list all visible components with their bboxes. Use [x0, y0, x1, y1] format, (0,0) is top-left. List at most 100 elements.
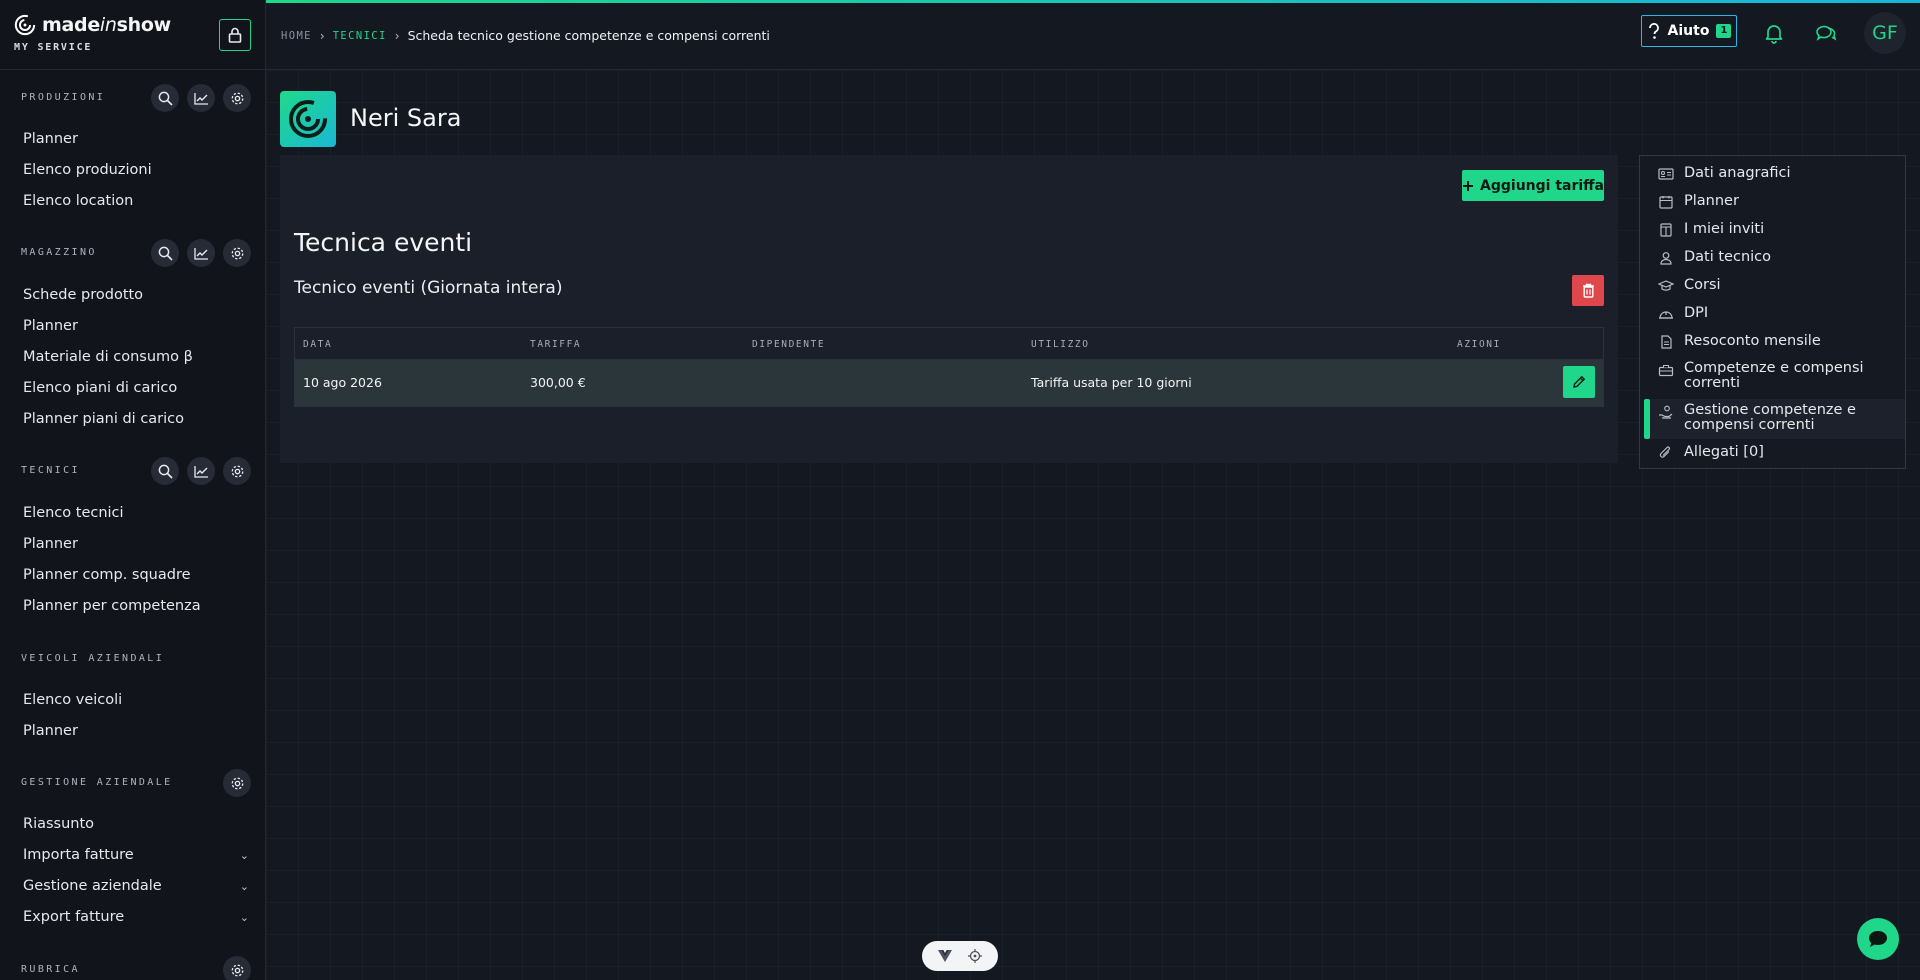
brand-logo-icon — [289, 100, 327, 138]
search-icon[interactable] — [151, 239, 179, 267]
document-icon — [1661, 335, 1672, 349]
vue-logo-icon[interactable] — [938, 950, 952, 962]
menu-item-miei-inviti[interactable]: I miei inviti — [1658, 221, 1895, 237]
sidebar-item-planner-produzioni[interactable]: Planner — [23, 128, 249, 150]
help-label: Aiuto — [1667, 23, 1710, 39]
menu-item-dati-tecnico[interactable]: Dati tecnico — [1658, 249, 1895, 265]
sidebar-item-riassunto[interactable]: Riassunto — [23, 813, 249, 835]
lock-icon — [228, 27, 242, 43]
search-icon[interactable] — [151, 457, 179, 485]
pencil-icon — [1573, 375, 1586, 388]
rates-table: DATA TARIFFA DIPENDENTE UTILIZZO AZIONI … — [294, 327, 1604, 407]
table-row: 10 ago 2026 300,00 € Tariffa usata per 1… — [295, 360, 1603, 406]
section-actions-tecnici — [151, 457, 251, 485]
active-item-indicator — [1644, 399, 1650, 439]
toolbox-icon — [1658, 364, 1674, 377]
sidebar-item-planner-tecnici[interactable]: Planner — [23, 533, 249, 555]
sidebar-item-materiale-consumo[interactable]: Materiale di consumo β — [23, 346, 249, 368]
menu-item-dpi[interactable]: DPI — [1658, 305, 1895, 321]
sidebar-item-elenco-produzioni[interactable]: Elenco produzioni — [23, 159, 249, 181]
column-header-tariffa: TARIFFA — [530, 339, 582, 350]
add-rate-button[interactable]: Aggiungi tariffa — [1462, 170, 1604, 201]
sidebar-item-planner-piani-carico[interactable]: Planner piani di carico — [23, 408, 249, 430]
section-title-produzioni: PRODUZIONI — [21, 92, 106, 103]
chat-bubbles-icon[interactable] — [1815, 22, 1837, 44]
sidebar-item-planner-comp-squadre[interactable]: Planner comp. squadre — [23, 564, 249, 586]
target-icon[interactable] — [968, 949, 982, 963]
helmet-icon — [1659, 311, 1673, 319]
sidebar-item-planner-veicoli[interactable]: Planner — [23, 720, 249, 742]
avatar[interactable]: GF — [1864, 12, 1906, 54]
sidebar-item-elenco-piani-carico[interactable]: Elenco piani di carico — [23, 377, 249, 399]
section-actions-rubrica — [223, 956, 251, 980]
profile-name: Neri Sara — [350, 104, 462, 132]
chat-support-button[interactable] — [1857, 918, 1899, 960]
chevron-right-icon: › — [394, 28, 400, 43]
sidebar-item-elenco-veicoli[interactable]: Elenco veicoli — [23, 689, 249, 711]
breadcrumb-home[interactable]: HOME — [281, 30, 312, 42]
chevron-down-icon: ⌄ — [239, 910, 249, 924]
calendar-icon — [1659, 196, 1673, 209]
devtools-pill[interactable] — [922, 941, 998, 971]
invite-icon — [1660, 223, 1672, 237]
cell-utilizzo: Tariffa usata per 10 giorni — [1031, 375, 1192, 390]
paperclip-icon — [1659, 446, 1670, 458]
column-header-data: DATA — [303, 339, 333, 350]
menu-item-competenze-compensi[interactable]: Competenze e compensi correnti — [1658, 361, 1895, 391]
search-icon[interactable] — [151, 84, 179, 112]
gear-icon[interactable] — [223, 956, 251, 980]
profile-logo — [280, 91, 336, 147]
brand-subtitle: MY SERVICE — [14, 42, 93, 53]
edit-button[interactable] — [1563, 366, 1595, 398]
sidebar: madeinshow MY SERVICE PRODUZIONI Planner… — [0, 0, 266, 980]
menu-item-resoconto-mensile[interactable]: Resoconto mensile — [1658, 333, 1895, 349]
menu-item-allegati[interactable]: Allegati [0] — [1658, 444, 1895, 460]
id-card-icon — [1658, 168, 1674, 180]
trend-chart-icon[interactable] — [187, 84, 215, 112]
menu-item-dati-anagrafici[interactable]: Dati anagrafici — [1658, 165, 1895, 181]
column-header-azioni: AZIONI — [1457, 339, 1501, 350]
section-actions-gestione — [223, 769, 251, 797]
sidebar-item-planner-per-competenza[interactable]: Planner per competenza — [23, 595, 249, 617]
brand-name: madeinshow — [42, 14, 171, 36]
brand-logo-icon — [14, 14, 36, 36]
sidebar-item-importa-fatture[interactable]: Importa fatture ⌄ — [23, 844, 249, 866]
cell-tariffa: 300,00 € — [530, 375, 586, 390]
sidebar-item-elenco-tecnici[interactable]: Elenco tecnici — [23, 502, 249, 524]
rates-card — [280, 155, 1618, 463]
plus-icon — [1463, 180, 1474, 191]
section-title-rubrica: RUBRICA — [21, 964, 80, 975]
gear-icon[interactable] — [223, 769, 251, 797]
question-bulb-icon — [1648, 23, 1659, 39]
help-count-badge: 1 — [1716, 24, 1732, 38]
section-heading: Tecnica eventi — [294, 228, 473, 257]
bell-icon[interactable] — [1763, 22, 1785, 44]
breadcrumb: HOME › TECNICI › Scheda tecnico gestione… — [281, 28, 770, 43]
delete-button[interactable] — [1572, 275, 1604, 306]
section-title-gestione-aziendale: GESTIONE AZIENDALE — [21, 777, 173, 788]
trend-chart-icon[interactable] — [187, 457, 215, 485]
cell-data: 10 ago 2026 — [303, 375, 382, 390]
sidebar-item-planner-magazzino[interactable]: Planner — [23, 315, 249, 337]
menu-item-planner[interactable]: Planner — [1658, 193, 1895, 209]
chevron-down-icon: ⌄ — [239, 879, 249, 893]
user-icon — [1660, 252, 1672, 265]
gear-icon[interactable] — [223, 457, 251, 485]
menu-item-corsi[interactable]: Corsi — [1658, 277, 1895, 293]
gear-icon[interactable] — [223, 239, 251, 267]
section-title-veicoli: VEICOLI AZIENDALI — [21, 653, 165, 664]
sidebar-item-gestione-aziendale[interactable]: Gestione aziendale ⌄ — [23, 875, 249, 897]
lock-button[interactable] — [219, 19, 251, 51]
breadcrumb-tecnici[interactable]: TECNICI — [333, 30, 387, 42]
sidebar-item-elenco-location[interactable]: Elenco location — [23, 190, 249, 212]
sidebar-item-schede-prodotto[interactable]: Schede prodotto — [23, 284, 249, 306]
help-button[interactable]: Aiuto 1 — [1641, 15, 1737, 47]
profile-section-menu: Dati anagrafici Planner I miei inviti Da… — [1639, 155, 1906, 469]
brand[interactable]: madeinshow MY SERVICE — [14, 14, 171, 53]
sidebar-item-export-fatture[interactable]: Export fatture ⌄ — [23, 906, 249, 928]
hand-money-icon — [1659, 405, 1673, 419]
gear-icon[interactable] — [223, 84, 251, 112]
chevron-down-icon: ⌄ — [239, 848, 249, 862]
menu-item-gestione-competenze[interactable]: Gestione competenze e compensi correnti — [1658, 403, 1895, 433]
trend-chart-icon[interactable] — [187, 239, 215, 267]
